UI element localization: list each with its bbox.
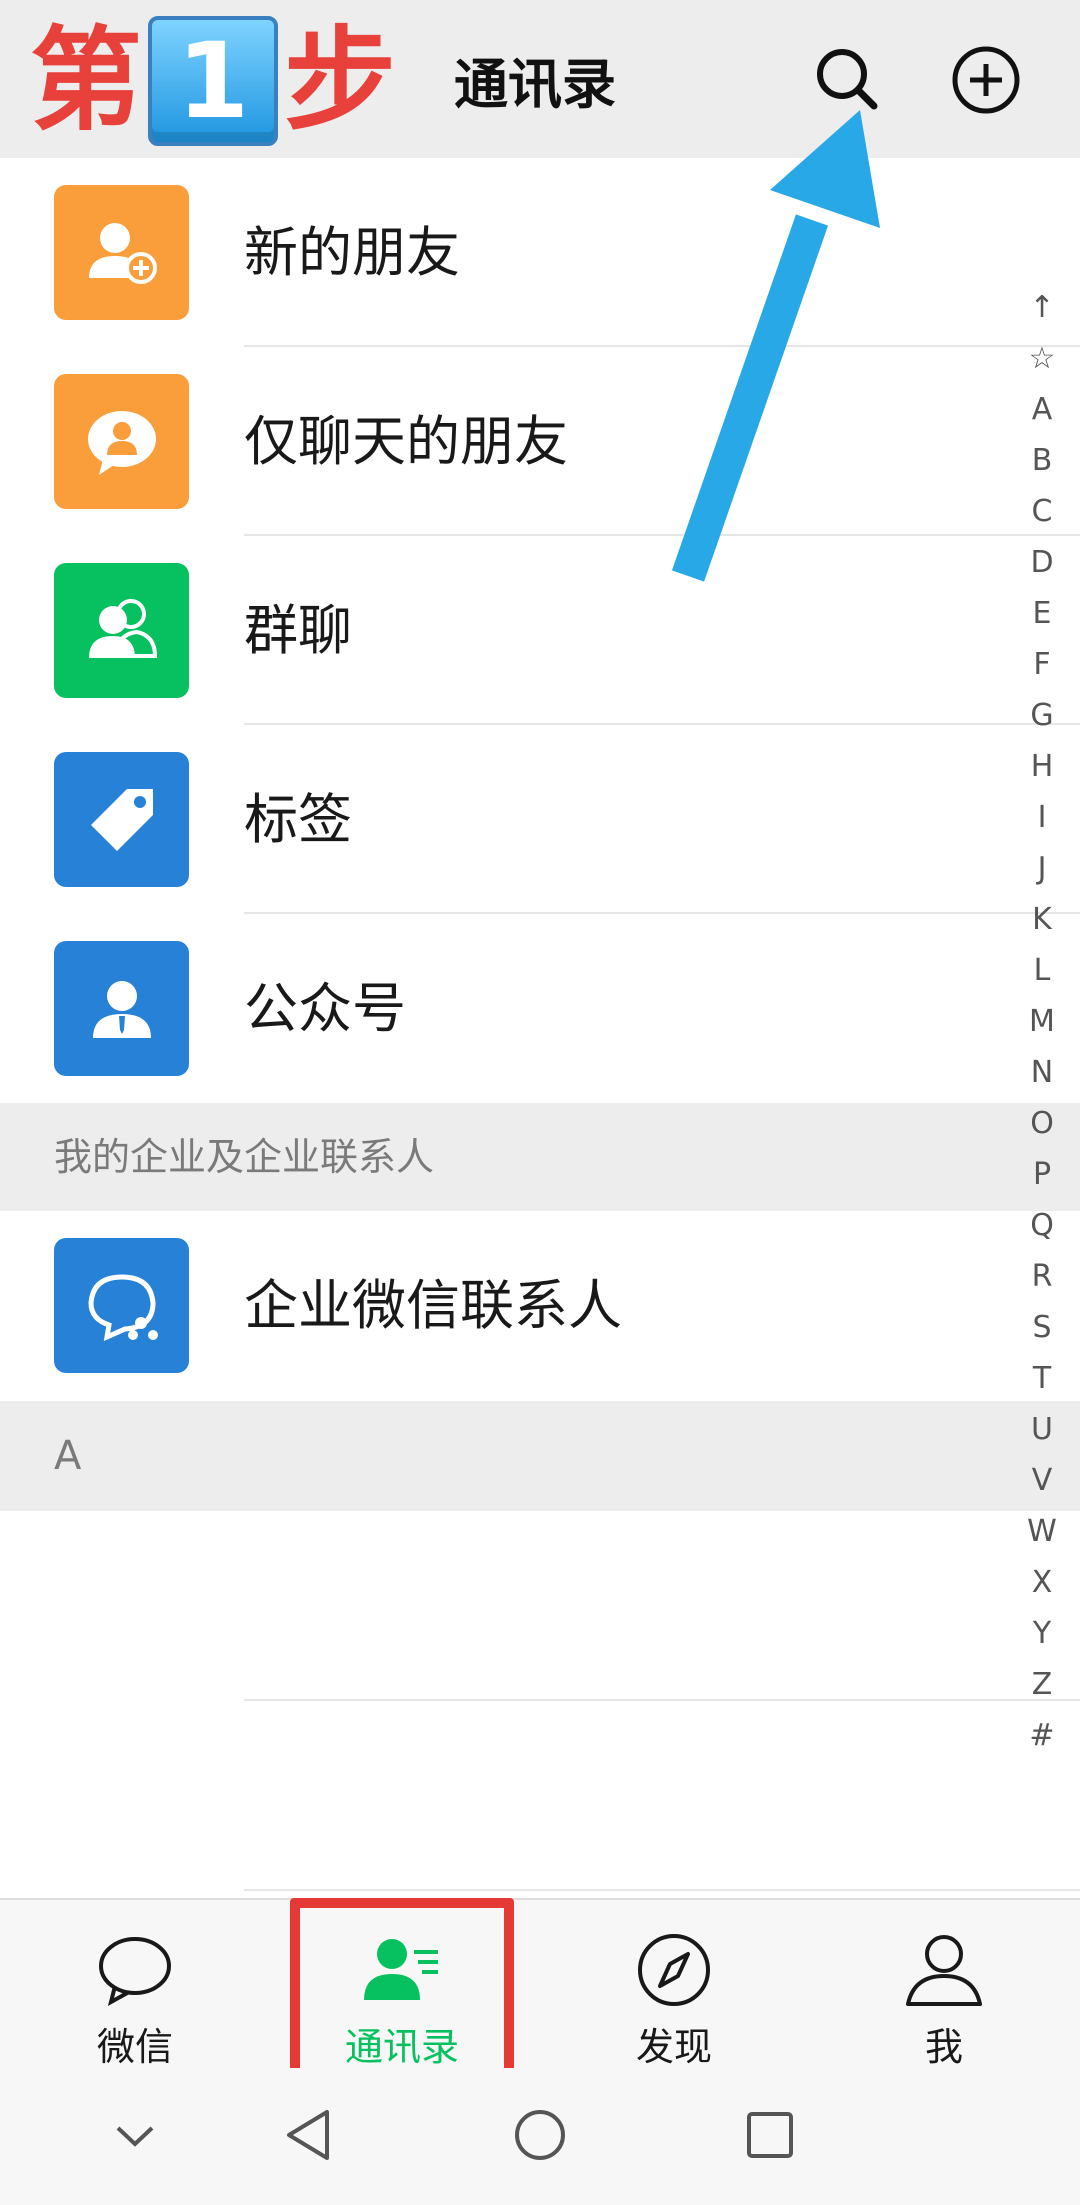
tab-discover[interactable]: 发现 xyxy=(574,1900,774,2070)
step-suffix: 步 xyxy=(284,16,396,146)
index-letter[interactable]: I xyxy=(1022,792,1062,843)
compass-icon xyxy=(638,1934,710,2006)
index-letter[interactable]: Z xyxy=(1022,1659,1062,1710)
tab-discover-label: 发现 xyxy=(635,2025,712,2069)
tab-contacts[interactable]: 通讯录 xyxy=(302,1900,502,2070)
index-letter[interactable]: K xyxy=(1022,894,1062,945)
index-letter[interactable]: Q xyxy=(1022,1200,1062,1251)
tags-label: 标签 xyxy=(244,788,352,851)
index-letter[interactable]: M xyxy=(1022,996,1062,1047)
alphabet-index-bar[interactable]: ↑ ☆ A B C D E F G H I J K L M N O P Q R S T U V W X Y Z # xyxy=(1022,282,1062,1761)
index-letter[interactable]: O xyxy=(1022,1098,1062,1149)
section-header-a: A xyxy=(0,1401,1080,1511)
index-letter[interactable]: U xyxy=(1022,1404,1062,1455)
list-item[interactable] xyxy=(0,1511,1080,1701)
chat-only-friends-item[interactable]: 仅聊天的朋友 xyxy=(0,347,1080,536)
index-letter[interactable]: ↑ xyxy=(1022,282,1062,333)
back-triangle-icon[interactable] xyxy=(275,2100,345,2170)
index-letter[interactable]: Y xyxy=(1022,1608,1062,1659)
recents-square-icon[interactable] xyxy=(735,2100,805,2170)
index-letter[interactable]: X xyxy=(1022,1557,1062,1608)
section-header-enterprise: 我的企业及企业联系人 xyxy=(0,1103,1080,1211)
step-number: 1 xyxy=(148,16,278,146)
bottom-tab-bar: 微信 通讯录 发现 我 xyxy=(0,1898,1080,2070)
new-friends-item[interactable]: 新的朋友 xyxy=(0,158,1080,347)
chat-only-friends-label: 仅聊天的朋友 xyxy=(244,410,568,473)
wecom-contacts-label: 企业微信联系人 xyxy=(244,1274,622,1337)
wecom-contacts-item[interactable]: 企业微信联系人 xyxy=(0,1211,1080,1400)
step-prefix: 第 xyxy=(30,16,142,146)
index-letter[interactable]: E xyxy=(1022,588,1062,639)
add-friend-icon xyxy=(54,185,189,320)
tab-me[interactable]: 我 xyxy=(844,1900,1044,2070)
system-navigation-bar xyxy=(0,2068,1080,2205)
official-account-icon xyxy=(54,941,189,1076)
tab-chats[interactable]: 微信 xyxy=(35,1900,235,2070)
list-item[interactable] xyxy=(0,1701,1080,1891)
official-accounts-item[interactable]: 公众号 xyxy=(0,914,1080,1103)
index-letter[interactable]: C xyxy=(1022,486,1062,537)
index-letter[interactable]: # xyxy=(1022,1710,1062,1761)
tab-contacts-label: 通讯录 xyxy=(344,2025,459,2069)
plus-circle-icon[interactable] xyxy=(946,40,1026,120)
header-bar: 第 1 步 通讯录 xyxy=(0,0,1080,158)
index-letter[interactable]: B xyxy=(1022,435,1062,486)
index-letter[interactable]: ☆ xyxy=(1022,333,1062,384)
divider xyxy=(244,1889,1080,1891)
search-icon[interactable] xyxy=(808,40,888,120)
tab-me-label: 我 xyxy=(924,2025,963,2069)
group-chats-label: 群聊 xyxy=(244,599,352,662)
index-letter[interactable]: T xyxy=(1022,1353,1062,1404)
index-letter[interactable]: V xyxy=(1022,1455,1062,1506)
page-title: 通讯录 xyxy=(454,53,616,116)
chat-bubble-icon xyxy=(99,1937,171,2006)
index-letter[interactable]: A xyxy=(1022,384,1062,435)
index-letter[interactable]: P xyxy=(1022,1149,1062,1200)
official-accounts-label: 公众号 xyxy=(244,977,406,1040)
index-letter[interactable]: S xyxy=(1022,1302,1062,1353)
new-friends-label: 新的朋友 xyxy=(244,221,460,284)
wecom-icon xyxy=(54,1238,189,1373)
index-letter[interactable]: L xyxy=(1022,945,1062,996)
group-chats-item[interactable]: 群聊 xyxy=(0,536,1080,725)
contacts-icon xyxy=(364,1939,438,2000)
index-letter[interactable]: N xyxy=(1022,1047,1062,1098)
person-icon xyxy=(906,1935,982,2006)
tab-chats-label: 微信 xyxy=(96,2025,173,2069)
index-letter[interactable]: W xyxy=(1022,1506,1062,1557)
chat-only-friend-icon xyxy=(54,374,189,509)
index-letter[interactable]: D xyxy=(1022,537,1062,588)
index-letter[interactable]: J xyxy=(1022,843,1062,894)
chevron-down-icon[interactable] xyxy=(100,2100,170,2170)
index-letter[interactable]: F xyxy=(1022,639,1062,690)
index-letter[interactable]: G xyxy=(1022,690,1062,741)
index-letter[interactable]: R xyxy=(1022,1251,1062,1302)
tag-icon xyxy=(54,752,189,887)
group-chat-icon xyxy=(54,563,189,698)
step-annotation: 第 1 步 xyxy=(30,16,396,146)
tags-item[interactable]: 标签 xyxy=(0,725,1080,914)
home-circle-icon[interactable] xyxy=(505,2100,575,2170)
index-letter[interactable]: H xyxy=(1022,741,1062,792)
